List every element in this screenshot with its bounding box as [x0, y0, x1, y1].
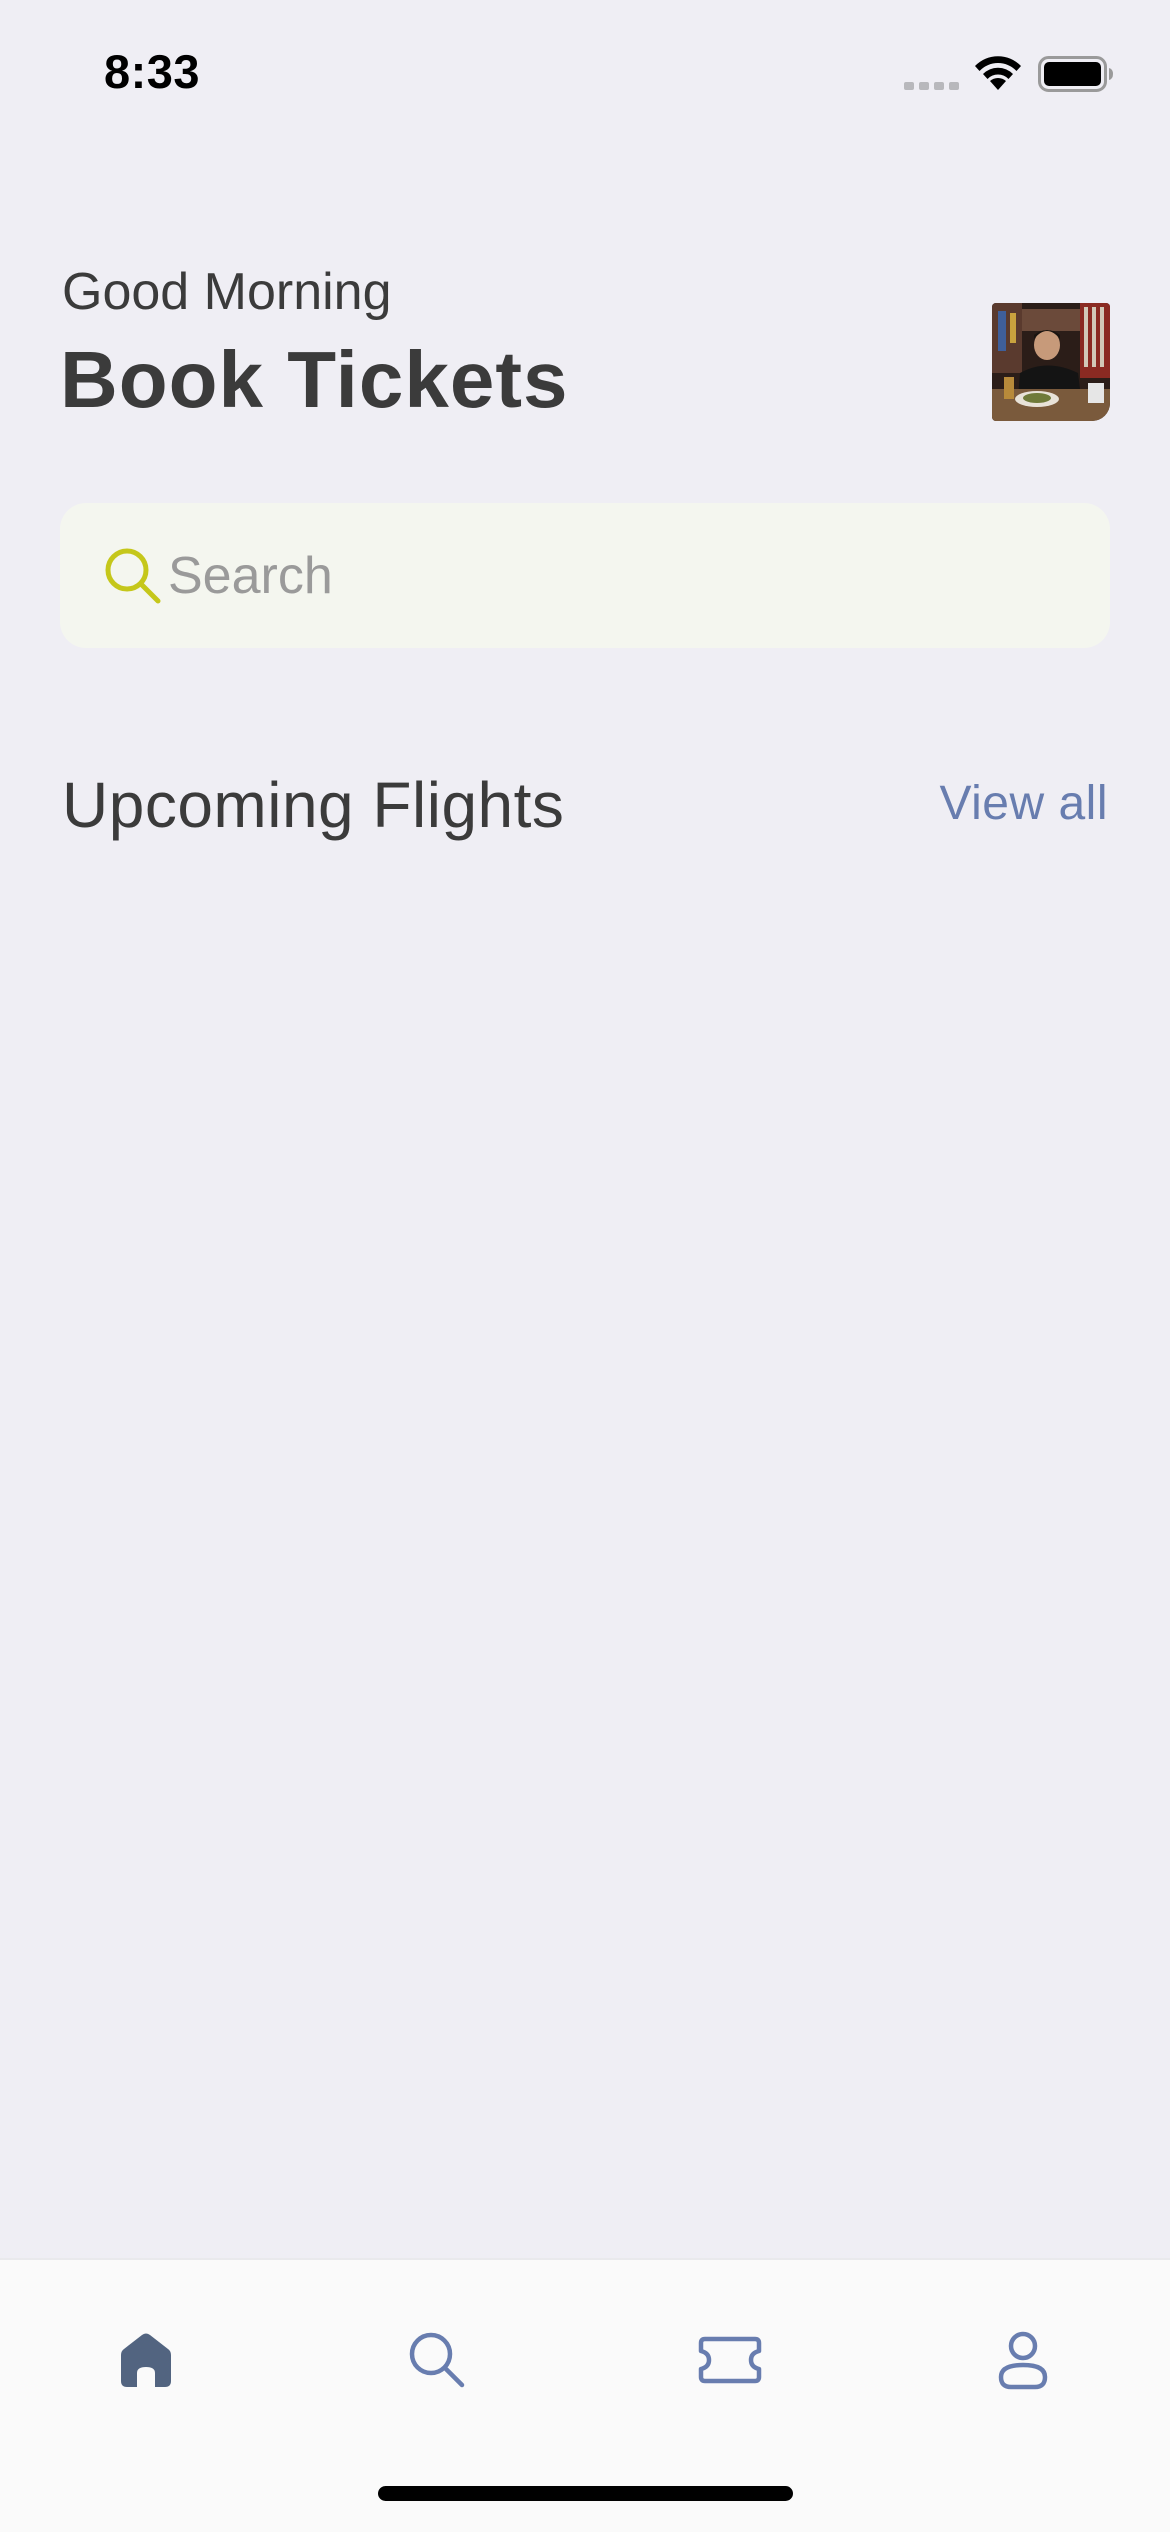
home-icon [121, 2333, 171, 2387]
upcoming-flights-heading: Upcoming Flights [62, 769, 565, 841]
home-screen: 8:33 Good Morning Book Tickets Search Up… [0, 0, 1170, 2532]
search-bar[interactable] [60, 503, 1110, 648]
search-icon [409, 2332, 465, 2388]
search-icon [105, 548, 161, 604]
tab-search[interactable] [377, 2300, 497, 2420]
greeting-text: Good Morning [62, 263, 392, 321]
search-input[interactable] [168, 503, 1068, 648]
avatar-photo [992, 303, 1110, 421]
battery-icon [1038, 56, 1113, 92]
tab-home[interactable] [86, 2300, 206, 2420]
profile-avatar[interactable] [992, 303, 1110, 421]
person-icon [998, 2331, 1048, 2390]
ticket-icon [698, 2336, 762, 2384]
home-indicator[interactable] [378, 2486, 793, 2501]
tab-profile[interactable] [963, 2300, 1083, 2420]
wifi-icon [975, 56, 1021, 90]
view-all-link[interactable]: View all [939, 776, 1108, 831]
status-bar: 8:33 [0, 0, 1170, 150]
page-title: Book Tickets [60, 335, 569, 424]
cellular-signal-icon [904, 82, 959, 90]
status-time: 8:33 [104, 45, 201, 98]
tab-tickets[interactable] [670, 2300, 790, 2420]
